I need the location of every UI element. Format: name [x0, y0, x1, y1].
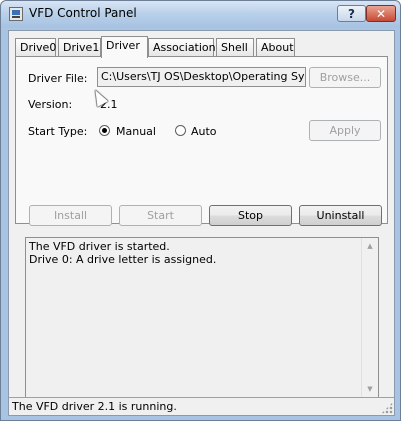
- tab-association[interactable]: Association: [148, 38, 216, 57]
- apply-button[interactable]: Apply: [309, 120, 381, 141]
- auto-radio-label[interactable]: Auto: [191, 125, 217, 138]
- tab-drive1[interactable]: Drive1: [58, 38, 101, 57]
- close-button[interactable]: ✕: [366, 5, 396, 22]
- title-bar[interactable]: VFD Control Panel ? ✕: [1, 1, 400, 28]
- client-area: Drive0 Drive1 Driver Association Shell A…: [8, 30, 395, 416]
- driver-file-label: Driver File:: [28, 72, 88, 85]
- scroll-up-arrow-icon[interactable]: ▲: [362, 238, 378, 254]
- manual-radio[interactable]: [99, 125, 110, 136]
- vfd-control-panel-window: VFD Control Panel ? ✕ Drive0 Drive1 Driv…: [0, 0, 401, 421]
- tab-driver[interactable]: Driver: [101, 36, 148, 58]
- status-text: The VFD driver 2.1 is running.: [12, 400, 177, 413]
- log-text: The VFD driver is started. Drive 0: A dr…: [29, 240, 216, 266]
- help-button[interactable]: ?: [337, 5, 366, 22]
- tab-drive0[interactable]: Drive0: [15, 38, 56, 57]
- browse-button[interactable]: Browse...: [309, 67, 381, 88]
- manual-radio-label[interactable]: Manual: [116, 125, 156, 138]
- start-type-label: Start Type:: [28, 125, 88, 138]
- version-label: Version:: [28, 98, 73, 111]
- log-line: Drive 0: A drive letter is assigned.: [29, 253, 217, 266]
- app-icon: [9, 7, 23, 21]
- log-line: The VFD driver is started.: [29, 240, 170, 253]
- log-scrollbar[interactable]: ▲ ▼: [361, 238, 378, 397]
- resize-grip-icon[interactable]: [381, 402, 393, 414]
- status-bar: The VFD driver 2.1 is running.: [9, 397, 394, 415]
- scroll-down-arrow-icon[interactable]: ▼: [362, 381, 378, 397]
- tab-about[interactable]: About: [256, 38, 295, 57]
- uninstall-button[interactable]: Uninstall: [299, 205, 382, 226]
- driver-file-field[interactable]: C:\Users\TJ OS\Desktop\Operating System: [97, 67, 306, 87]
- start-button[interactable]: Start: [119, 205, 202, 226]
- log-box[interactable]: The VFD driver is started. Drive 0: A dr…: [25, 237, 379, 398]
- stop-button[interactable]: Stop: [209, 205, 292, 226]
- auto-radio[interactable]: [175, 125, 186, 136]
- tab-shell[interactable]: Shell: [216, 38, 254, 57]
- install-button[interactable]: Install: [29, 205, 112, 226]
- window-title: VFD Control Panel: [29, 6, 137, 20]
